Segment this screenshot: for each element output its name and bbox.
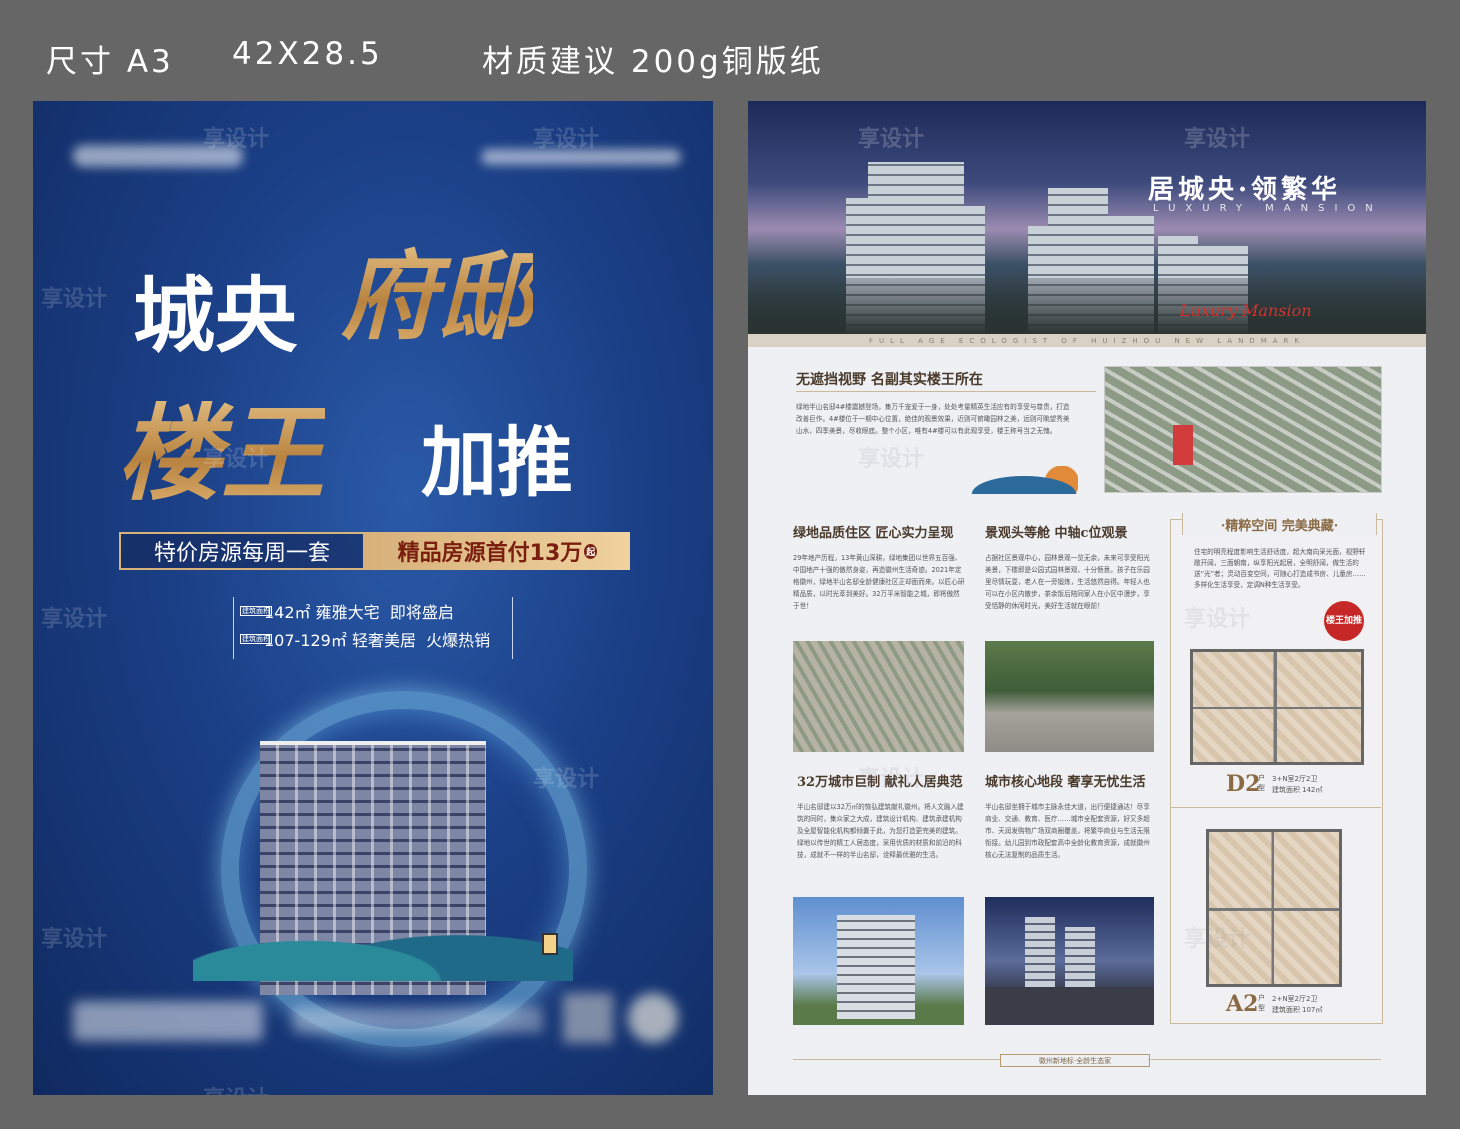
promo-left: 特价房源每周一套 — [119, 532, 365, 570]
plan-d2-label: D2 — [1226, 771, 1261, 797]
section2-body: 29年地产历程，13年黄山深耕，绿地集团以世界五百强、中国地产十强的傲然身姿，再… — [793, 554, 965, 610]
spec-tag: 建筑面积 — [240, 606, 272, 616]
headline-gold-2: 楼王 — [117, 369, 325, 520]
card-body: 住宅的明亮程度影响生活舒适度，超大南向采光面，视野轩敞开阔，三面朝南，纵享阳光起… — [1194, 548, 1366, 589]
card-divider — [1170, 807, 1381, 808]
plan-d2-rooms: 3+N室2厅2卫 — [1272, 775, 1318, 783]
spec-type: 轻奢美居 — [351, 631, 416, 650]
blurred-contact-footer — [63, 981, 683, 1061]
landscape-hills-decoration — [193, 901, 573, 981]
hero-script: Luxury Mansion — [1180, 301, 1312, 320]
dimensions-label: 42X28.5 — [232, 36, 383, 72]
poster-front: 城央 府邸 楼王 加推 特价房源每周一套 精品房源首付13万 起 建筑面积 14… — [33, 101, 713, 1095]
street-photo — [985, 897, 1154, 1025]
watermark: 享设计 — [203, 1081, 269, 1095]
blurred-logo-right — [481, 149, 681, 165]
lantern-decoration — [542, 933, 558, 955]
material-label: 材质建议 200g铜版纸 — [482, 44, 824, 80]
section1-body: 绿地半山名邸4#楼震撼登场，集万千宠爱于一身，处处考量精英生活应有的享受与尊贵，… — [796, 403, 1070, 435]
wave-decoration — [943, 466, 1078, 494]
footer-slogan: 徽州新地标·全龄生态家 — [1000, 1054, 1150, 1067]
section5-title: 城市核心地段 奢享无忧生活 — [985, 775, 1146, 790]
plan-d2-suffix: 户型 — [1258, 774, 1265, 792]
plan-a2-rooms: 2+N室2厅2卫 — [1272, 995, 1318, 1003]
plan-d2-area: 142㎡ — [1302, 786, 1323, 794]
hot-badge: 楼王加推 — [1324, 601, 1364, 641]
plan-a2-label: A2 — [1226, 991, 1259, 1017]
brochure-back: 居城央·领繁华 LUXURY MANSION Luxury Mansion FU… — [748, 101, 1426, 1095]
section3-title: 景观头等舱 中轴c位观景 — [985, 526, 1128, 541]
hero-image: 居城央·领繁华 LUXURY MANSION Luxury Mansion — [748, 101, 1426, 334]
plan-d2-area-label: 建筑面积 — [1272, 786, 1300, 794]
section4-body: 半山名邸建以32万㎡的恢弘建筑献礼徽州。将人文融入建筑的同时，集众家之大成，建筑… — [797, 803, 964, 859]
watermark: 享设计 — [858, 447, 925, 472]
spec-area: 107-129㎡ — [264, 631, 347, 650]
plan-a2-suffix: 户型 — [1258, 994, 1265, 1012]
footer-line-left — [793, 1059, 1000, 1060]
promo-right-text: 精品房源首付13万 — [397, 541, 583, 566]
footer-line-right — [1148, 1059, 1381, 1060]
tagline-strip: FULL AGE ECOLOGIST OF HUIZHOU NEW LANDMA… — [748, 334, 1426, 347]
promo-right: 精品房源首付13万 起 — [365, 532, 630, 570]
headline-gold-1: 府邸 — [341, 219, 533, 358]
watermark: 享设计 — [41, 287, 108, 312]
promo-banner: 特价房源每周一套 精品房源首付13万 起 — [119, 532, 630, 570]
plan-a2-area: 107㎡ — [1302, 1006, 1323, 1014]
section4-title: 32万城市巨制 献礼人居典范 — [797, 775, 963, 790]
floorplan-a2 — [1206, 829, 1342, 987]
divider — [796, 391, 1096, 392]
section3-body: 占据社区景观中心，园林景观一览无余，未来可享受阳光美景，下楼即是公园式园林景观，… — [985, 554, 1150, 610]
spec-block: 建筑面积 142㎡ 雍雅大宅 即将盛启 建筑面积 107-129㎡ 轻奢美居 火… — [233, 597, 513, 659]
blurred-logo — [73, 145, 243, 167]
spec-tag: 建筑面积 — [240, 634, 272, 644]
hero-subtitle: LUXURY MANSION — [1153, 203, 1383, 214]
spec-status: 火爆热销 — [426, 631, 491, 650]
aerial-photo — [1104, 366, 1382, 493]
plan-a2-area-label: 建筑面积 — [1272, 1006, 1300, 1014]
watermark: 享设计 — [41, 927, 108, 952]
headline-white-2: 加推 — [421, 418, 573, 507]
community-photo — [793, 641, 964, 752]
headline-white-1: 城央 — [133, 269, 298, 364]
tower-photo — [793, 897, 964, 1025]
spec-row-2: 建筑面积 107-129㎡ 轻奢美居 火爆热销 — [234, 625, 512, 653]
spec-type: 雍雅大宅 — [315, 603, 380, 622]
garden-photo — [985, 641, 1154, 752]
section2-title: 绿地品质住区 匠心实力呈现 — [793, 526, 954, 541]
floorplan-d2 — [1190, 649, 1364, 765]
section1-title: 无遮挡视野 名副其实楼王所在 — [796, 372, 983, 388]
spec-status: 即将盛启 — [389, 603, 454, 622]
size-label: 尺寸 A3 — [46, 44, 174, 80]
card-title: ·精粹空间 完美典藏· — [1182, 513, 1377, 535]
watermark: 享设计 — [41, 607, 108, 632]
spec-row-1: 建筑面积 142㎡ 雍雅大宅 即将盛启 — [234, 597, 512, 625]
promo-right-suffix: 起 — [584, 543, 598, 559]
section5-body: 半山名邸坐拥于城市主脉永佳大道，出行便捷通达！尽享商业、交通、教育、医疗……城市… — [985, 803, 1150, 859]
hero-title: 居城央·领繁华 — [1148, 175, 1342, 205]
